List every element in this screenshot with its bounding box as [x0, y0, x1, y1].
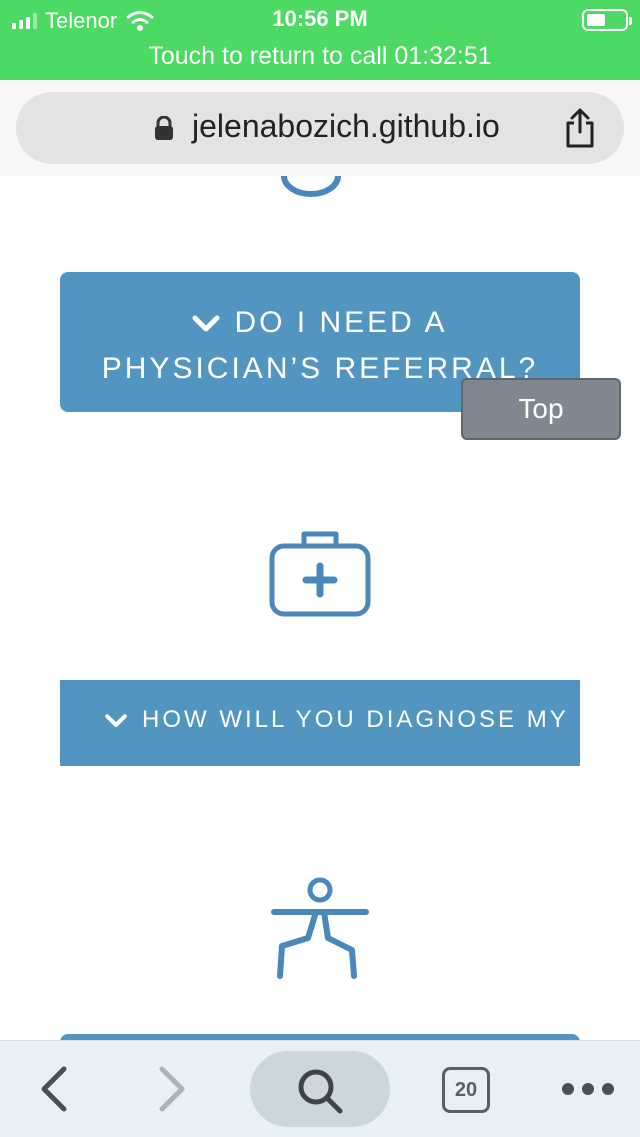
faq-referral-line1: DO I NEED A — [234, 306, 448, 339]
forward-icon[interactable] — [152, 1063, 192, 1115]
search-icon — [298, 1069, 343, 1114]
call-banner[interactable]: Touch to return to call 01:32:51 — [0, 42, 640, 71]
url-text[interactable]: jelenabozich.github.io — [192, 108, 500, 145]
chevron-down-icon — [192, 315, 220, 332]
address-bar[interactable]: jelenabozich.github.io — [16, 92, 624, 164]
faq-diagnosis-label: HOW WILL YOU DIAGNOSE MY — [142, 706, 569, 733]
faq-diagnosis-toggle[interactable]: HOW WILL YOU DIAGNOSE MY — [60, 680, 580, 766]
browser-toolbar: 20 — [0, 1040, 640, 1137]
address-bar-area: jelenabozich.github.io — [0, 80, 640, 176]
lock-icon — [155, 116, 173, 140]
page-content[interactable]: DO I NEED A PHYSICIAN’S REFERRAL? Top HO… — [0, 176, 640, 1040]
back-to-top-button[interactable]: Top — [461, 378, 621, 440]
clock: 10:56 PM — [272, 6, 368, 31]
chevron-down-icon — [105, 713, 127, 727]
medkit-icon — [269, 531, 371, 617]
back-icon[interactable] — [34, 1063, 74, 1115]
search-button[interactable] — [250, 1051, 390, 1127]
yoga-pose-icon — [271, 877, 369, 979]
tabs-button[interactable]: 20 — [442, 1067, 490, 1113]
status-bar[interactable]: Telenor 10:56 PM Touch to return to call… — [0, 0, 640, 80]
battery-icon — [582, 9, 632, 31]
more-icon[interactable] — [560, 1081, 616, 1097]
partial-icon — [281, 176, 341, 197]
share-icon[interactable] — [560, 108, 600, 148]
